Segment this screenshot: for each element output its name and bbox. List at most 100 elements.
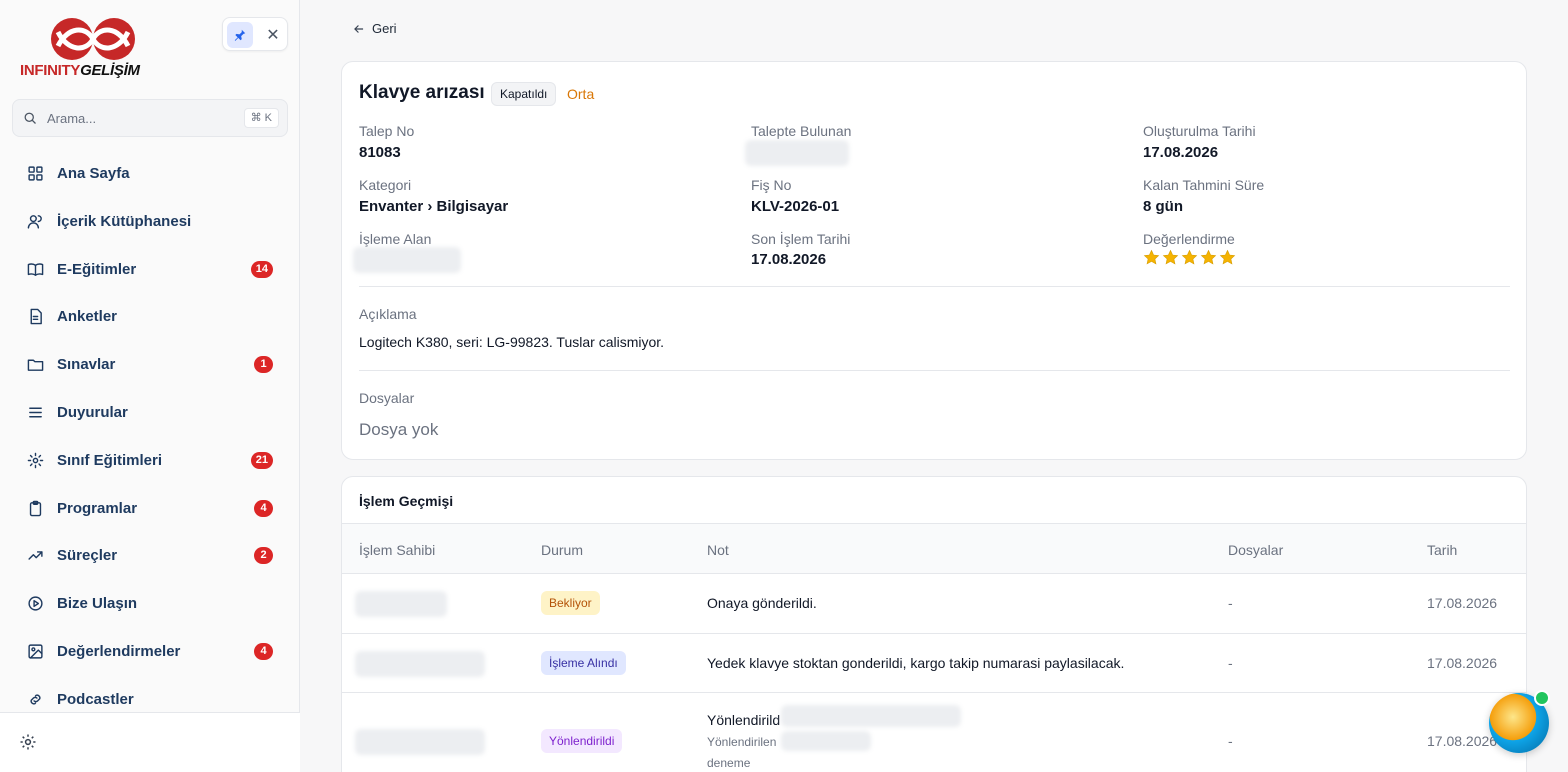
play-circle-icon bbox=[28, 596, 43, 611]
sidebar-item-label: Duyurular bbox=[57, 404, 128, 421]
last-action-label: Son İşlem Tarihi bbox=[751, 231, 851, 247]
star-icon bbox=[1181, 249, 1198, 265]
date-cell: 17.08.2026 bbox=[1427, 655, 1498, 671]
document-icon bbox=[30, 309, 42, 325]
created-date-label: Oluşturulma Tarihi bbox=[1143, 123, 1256, 139]
back-button[interactable]: Geri bbox=[352, 21, 397, 36]
close-sidebar-button[interactable]: ✕ bbox=[261, 22, 285, 48]
list-icon bbox=[29, 407, 42, 418]
ticket-card: Klavye arızası Kapatıldı Orta Talep No 8… bbox=[341, 61, 1527, 460]
search-placeholder: Arama... bbox=[47, 111, 97, 126]
clipboard-icon bbox=[29, 500, 42, 516]
sidebar-item-label: E-Eğitimler bbox=[57, 260, 137, 278]
infinity-logo-icon bbox=[51, 18, 135, 60]
receipt-no-value: KLV-2026-01 bbox=[751, 198, 840, 215]
brand-logo[interactable]: INFINITYGELİŞİM bbox=[20, 16, 152, 82]
sidebar-item-sınavlar[interactable]: Sınavlar 1 bbox=[12, 344, 288, 384]
image-icon bbox=[28, 644, 43, 659]
handler-label: İşleme Alan bbox=[359, 231, 432, 247]
requester-value-redacted bbox=[745, 140, 849, 166]
folder-icon bbox=[27, 359, 44, 372]
sidebar-item-anketler[interactable]: Anketler bbox=[12, 296, 288, 336]
priority-label: Orta bbox=[567, 86, 595, 102]
owner-redacted bbox=[355, 591, 447, 617]
sidebar-item-i-çerik-kütüphanesi[interactable]: İçerik Kütüphanesi bbox=[12, 201, 288, 241]
sidebar-item-sınıf-eğitimleri[interactable]: Sınıf Eğitimleri 21 bbox=[12, 440, 288, 480]
brand-name: INFINITYGELİŞİM bbox=[20, 62, 140, 79]
receipt-no-label: Fiş No bbox=[751, 177, 792, 193]
sidebar-item-label: Programlar bbox=[57, 499, 138, 517]
star-icon bbox=[1219, 249, 1236, 265]
column-header[interactable]: Tarih bbox=[1427, 542, 1457, 558]
owner-redacted bbox=[355, 651, 485, 677]
pin-sidebar-button[interactable] bbox=[227, 22, 253, 48]
rating-stars bbox=[1143, 249, 1236, 266]
sidebar-controls: ✕ bbox=[222, 17, 288, 51]
column-header[interactable]: Durum bbox=[541, 542, 583, 558]
settings-icon[interactable] bbox=[19, 733, 37, 751]
table-row[interactable]: İşleme Alındı Yedek klavye stoktan gonde… bbox=[342, 634, 1526, 693]
ticket-title: Klavye arızası bbox=[359, 82, 485, 103]
gear-icon bbox=[27, 452, 44, 469]
category-label: Kategori bbox=[359, 177, 412, 193]
date-cell: 17.08.2026 bbox=[1427, 595, 1498, 611]
note-subtext-redacted bbox=[781, 731, 871, 751]
sidebar-footer bbox=[0, 712, 300, 772]
status-badge: İşleme Alındı bbox=[541, 651, 626, 675]
count-badge: 4 bbox=[254, 499, 273, 517]
search-shortcut: ⌘ K bbox=[243, 108, 279, 128]
handler-value-redacted bbox=[353, 247, 461, 273]
note-text: Onaya gönderildi. bbox=[707, 595, 817, 611]
divider bbox=[359, 370, 1510, 371]
trend-icon bbox=[28, 551, 43, 561]
request-no-value: 81083 bbox=[359, 144, 401, 161]
sidebar-item-label: Süreçler bbox=[57, 547, 118, 565]
column-header[interactable]: Dosyalar bbox=[1228, 542, 1283, 558]
requester-label: Talepte Bulunan bbox=[751, 123, 852, 139]
star-icon bbox=[1162, 249, 1179, 265]
link-icon bbox=[30, 694, 41, 705]
pin-icon bbox=[234, 29, 246, 41]
sidebar-item-değerlendirmeler[interactable]: Değerlendirmeler 4 bbox=[12, 631, 288, 671]
column-header[interactable]: İşlem Sahibi bbox=[359, 542, 435, 558]
sidebar-item-süreçler[interactable]: Süreçler 2 bbox=[12, 535, 288, 575]
column-header[interactable]: Not bbox=[707, 542, 729, 558]
sidebar-item-label: Sınavlar bbox=[57, 356, 116, 374]
sidebar-item-bize-ulaşın[interactable]: Bize Ulaşın bbox=[12, 583, 288, 623]
sidebar-item-duyurular[interactable]: Duyurular bbox=[12, 392, 288, 432]
files-cell: - bbox=[1228, 733, 1233, 749]
status-badge: Kapatıldı bbox=[491, 82, 557, 106]
sidebar-item-label: Anketler bbox=[57, 308, 118, 326]
search-icon bbox=[24, 112, 36, 124]
search-input[interactable]: Arama... ⌘ K bbox=[12, 99, 288, 137]
note-text: Yönlendirild bbox=[707, 712, 781, 728]
sidebar-item-label: Değerlendirmeler bbox=[57, 643, 181, 660]
description-label: Açıklama bbox=[359, 306, 417, 322]
online-indicator bbox=[1534, 690, 1550, 706]
owner-redacted bbox=[355, 729, 485, 755]
sidebar-item-label: Ana Sayfa bbox=[57, 165, 130, 182]
last-action-value: 17.08.2026 bbox=[751, 251, 827, 268]
table-row[interactable]: Yönlendirildi Yönlendirild Yönlendirilen… bbox=[342, 693, 1526, 772]
count-badge: 14 bbox=[250, 260, 273, 278]
arrow-left-icon bbox=[354, 24, 364, 33]
remaining-time-value: 8 gün bbox=[1143, 198, 1183, 215]
count-badge: 4 bbox=[254, 643, 273, 660]
category-value: Envanter › Bilgisayar bbox=[359, 198, 509, 215]
sidebar-item-e-eğitimler[interactable]: E-Eğitimler 14 bbox=[12, 249, 288, 289]
back-label: Geri bbox=[372, 21, 397, 36]
table-row[interactable]: Bekliyor Onaya gönderildi. - 17.08.2026 bbox=[342, 574, 1526, 634]
files-label: Dosyalar bbox=[359, 390, 415, 406]
created-date-value: 17.08.2026 bbox=[1143, 144, 1219, 161]
description-text: Logitech K380, seri: LG-99823. Tuslar ca… bbox=[359, 334, 665, 350]
divider bbox=[359, 286, 1510, 287]
history-card: İşlem Geçmişi İşlem Sahibi Durum Not Dos… bbox=[341, 476, 1527, 772]
files-cell: - bbox=[1228, 595, 1233, 611]
sidebar-item-label: Bize Ulaşın bbox=[57, 595, 138, 613]
files-empty-text: Dosya yok bbox=[359, 420, 439, 439]
count-badge: 1 bbox=[254, 356, 273, 374]
sidebar-item-programlar[interactable]: Programlar 4 bbox=[12, 488, 288, 528]
sidebar-item-ana-sayfa[interactable]: Ana Sayfa bbox=[12, 153, 288, 193]
remaining-time-label: Kalan Tahmini Süre bbox=[1143, 177, 1265, 193]
grid-icon bbox=[28, 166, 43, 181]
